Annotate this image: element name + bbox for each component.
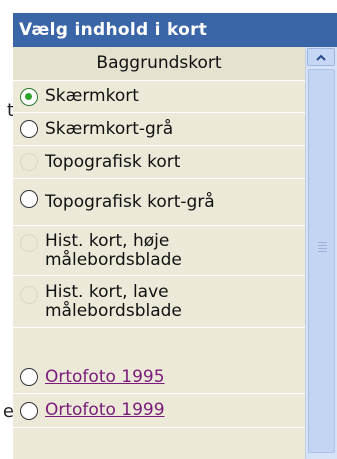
layer-item-link[interactable]: Ortofoto 1999 [45, 401, 165, 420]
layer-item-label: Hist. kort, høje målebordsblade [45, 230, 182, 270]
radio-unchecked-icon[interactable] [20, 120, 38, 138]
map-content-panel: Vælg indhold i kort Baggrundskort Skærmk… [13, 13, 337, 459]
vertical-scrollbar[interactable] [305, 47, 337, 459]
thumb-grip [318, 245, 327, 246]
layer-item-topografisk-kort-graa[interactable]: Topografisk kort-grå [13, 179, 305, 226]
section-header-baggrundskort: Baggrundskort [13, 47, 305, 81]
layer-item-ortofoto-1995[interactable]: Ortofoto 1995 [13, 328, 305, 394]
layer-item-label: Topografisk kort [45, 151, 181, 172]
background-text-fragment: t [6, 100, 14, 121]
radio-disabled-icon [20, 286, 38, 304]
radio-disabled-icon [20, 153, 38, 171]
radio-unchecked-icon[interactable] [20, 401, 38, 420]
panel-title: Vælg indhold i kort [13, 13, 337, 47]
background-text-fragment: e [2, 401, 14, 422]
radio-unchecked-icon[interactable] [20, 368, 38, 386]
layer-item-hist-kort-hoeje: Hist. kort, høje målebordsblade [13, 226, 305, 276]
layer-item-link[interactable]: Ortofoto 1995 [45, 368, 165, 387]
layer-item-skaermkort-graa[interactable]: Skærmkort-grå [13, 113, 305, 146]
scroll-thumb[interactable] [308, 69, 335, 453]
layer-item-topografisk-kort: Topografisk kort [13, 146, 305, 179]
layer-item-label: Skærmkort [45, 86, 139, 106]
layer-item-hist-kort-lave: Hist. kort, lave målebordsblade [13, 276, 305, 328]
layer-item-skaermkort[interactable]: Skærmkort [13, 81, 305, 113]
layer-list-container: Baggrundskort Skærmkort Skærmkort-grå To… [13, 47, 337, 459]
scroll-up-button[interactable] [307, 48, 335, 66]
layer-item-label: Skærmkort-grå [45, 118, 174, 139]
thumb-grip [318, 251, 327, 252]
radio-disabled-icon [20, 234, 38, 252]
thumb-grip [318, 242, 327, 243]
radio-checked-icon[interactable] [20, 87, 38, 106]
layer-item-label: Topografisk kort-grå [45, 191, 215, 212]
radio-unchecked-icon[interactable] [20, 190, 38, 208]
chevron-up-icon [316, 54, 326, 61]
layer-item-label: Hist. kort, lave målebordsblade [45, 281, 182, 321]
thumb-grip [318, 248, 327, 249]
layer-item-ortofoto-1999[interactable]: Ortofoto 1999 [13, 394, 305, 428]
layer-list: Baggrundskort Skærmkort Skærmkort-grå To… [13, 47, 305, 459]
